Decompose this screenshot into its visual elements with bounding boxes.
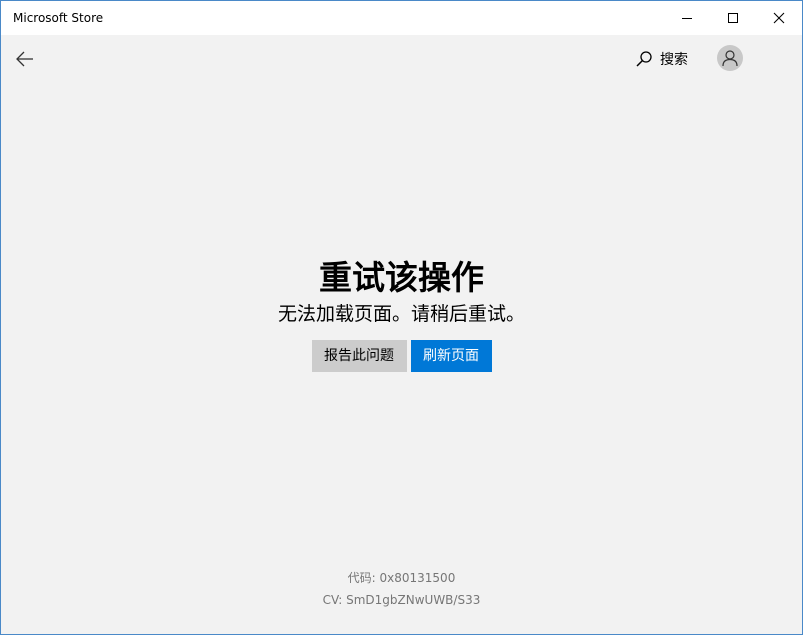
error-footer: 代码: 0x80131500 CV: SmD1gbZNwUWB/S33	[1, 567, 802, 611]
close-button[interactable]	[756, 1, 802, 35]
minimize-icon	[682, 18, 692, 19]
person-icon	[722, 50, 738, 67]
window-title: Microsoft Store	[13, 11, 104, 25]
back-button[interactable]	[9, 44, 41, 74]
report-problem-button[interactable]: 报告此问题	[311, 340, 407, 372]
error-code: 代码: 0x80131500	[347, 571, 456, 585]
error-message: 无法加载页面。请稍后重试。	[277, 303, 525, 325]
refresh-page-button[interactable]: 刷新页面	[410, 340, 492, 372]
search-label: 搜索	[660, 52, 688, 68]
error-panel: 重试该操作 无法加载页面。请稍后重试。 报告此问题 刷新页面	[1, 256, 802, 372]
error-actions: 报告此问题 刷新页面	[1, 340, 802, 372]
search-icon	[636, 51, 652, 67]
account-button[interactable]	[717, 45, 743, 71]
search-button[interactable]: 搜索	[635, 46, 688, 72]
minimize-button[interactable]	[664, 1, 710, 35]
back-arrow-icon	[16, 51, 33, 67]
maximize-button[interactable]	[710, 1, 756, 35]
close-icon	[773, 12, 785, 24]
maximize-icon	[728, 13, 738, 23]
title-bar[interactable]: Microsoft Store	[1, 1, 802, 35]
error-title: 重试该操作	[319, 258, 484, 297]
nav-bar: 搜索	[1, 35, 802, 83]
store-window: Microsoft Store 搜索 重试该操作 无法加载页面。请稍后重试。 报…	[0, 0, 803, 635]
correlation-vector: CV: SmD1gbZNwUWB/S33	[322, 593, 481, 607]
